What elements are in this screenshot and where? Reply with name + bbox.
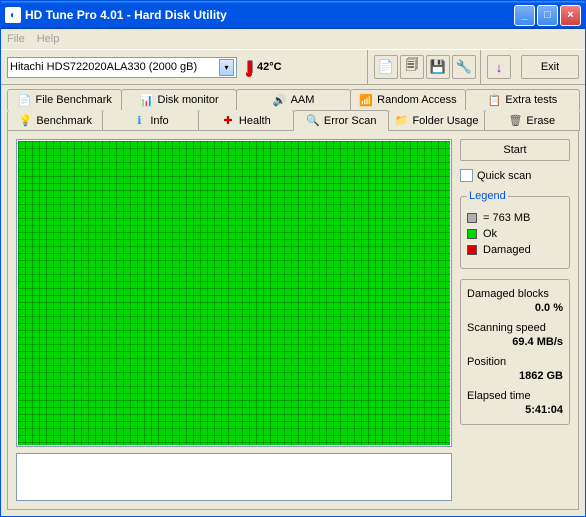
- tab-erase[interactable]: 🗑 Erase: [484, 110, 580, 131]
- start-button[interactable]: Start: [460, 139, 570, 161]
- random-access-icon: 📶: [359, 93, 373, 107]
- options-button[interactable]: 🔧: [452, 55, 476, 79]
- quick-scan-checkbox[interactable]: [460, 169, 473, 182]
- minimize-button[interactable]: _: [514, 5, 535, 26]
- damaged-blocks-value: 0.0 %: [467, 302, 563, 314]
- legend-block-row: = 763 MB: [467, 212, 563, 224]
- quick-scan-row[interactable]: Quick scan: [460, 169, 570, 182]
- position-label: Position: [467, 356, 563, 368]
- damaged-blocks-label: Damaged blocks: [467, 288, 563, 300]
- save-button[interactable]: 💾: [426, 55, 450, 79]
- app-window: ◐ HD Tune Pro 4.01 - Hard Disk Utility _…: [0, 0, 586, 517]
- side-panel: Start Quick scan Legend = 763 MB Ok: [460, 139, 570, 501]
- disk-monitor-icon: 📊: [140, 93, 154, 107]
- tab-label: Health: [239, 115, 271, 127]
- tab-file-benchmark[interactable]: 📄 File Benchmark: [7, 89, 122, 110]
- scanning-speed-value: 69.4 MB/s: [467, 336, 563, 348]
- tab-folder-usage[interactable]: 📁 Folder Usage: [388, 110, 484, 131]
- tab-label: Info: [150, 115, 168, 127]
- drive-select-value: Hitachi HDS722020ALA330 (2000 gB): [10, 61, 197, 73]
- file-benchmark-icon: 📄: [17, 93, 31, 107]
- info-icon: ℹ: [132, 114, 146, 128]
- erase-icon: 🗑: [508, 114, 522, 128]
- tab-error-scan[interactable]: 🔍 Error Scan: [293, 110, 389, 131]
- toolbar: Hitachi HDS722020ALA330 (2000 gB) ▾ 42°C…: [1, 49, 585, 85]
- thermometer-icon: [245, 57, 253, 77]
- copy-screenshot-button[interactable]: 🗐: [400, 55, 424, 79]
- tab-label: Erase: [526, 115, 555, 127]
- tab-label: Random Access: [377, 94, 456, 106]
- tab-benchmark[interactable]: 💡 Benchmark: [7, 110, 103, 131]
- stats-box: Damaged blocks 0.0 % Scanning speed 69.4…: [460, 279, 570, 425]
- scanning-speed-label: Scanning speed: [467, 322, 563, 334]
- menubar: File Help: [1, 29, 585, 49]
- tabs-row-top: 📄 File Benchmark 📊 Disk monitor 🔊 AAM 📶 Random …: [7, 89, 579, 110]
- legend-title: Legend: [467, 190, 508, 202]
- tabs-row-bottom: 💡 Benchmark ℹ Info ✚ Health 🔍 Error Scan 📁 Folder…: [7, 110, 579, 131]
- copy-info-button[interactable]: 📄: [374, 55, 398, 79]
- tab-info[interactable]: ℹ Info: [102, 110, 198, 131]
- speed-graph: [16, 453, 452, 501]
- dropdown-arrow-icon: ▾: [219, 59, 234, 76]
- menu-file[interactable]: File: [7, 33, 25, 45]
- tab-label: Extra tests: [505, 94, 557, 106]
- content-area: 📄 File Benchmark 📊 Disk monitor 🔊 AAM 📶 Random …: [1, 85, 585, 516]
- maximize-button[interactable]: □: [537, 5, 558, 26]
- elapsed-time-label: Elapsed time: [467, 390, 563, 402]
- block-size-icon: [467, 213, 477, 223]
- minimize-to-tray-button[interactable]: ↓: [487, 55, 511, 79]
- benchmark-icon: 💡: [18, 114, 32, 128]
- block-map-grid: [18, 141, 450, 445]
- window-title: HD Tune Pro 4.01 - Hard Disk Utility: [25, 8, 514, 22]
- ok-icon: [467, 229, 477, 239]
- drive-select[interactable]: Hitachi HDS722020ALA330 (2000 gB) ▾: [7, 57, 237, 78]
- block-map: [16, 139, 452, 447]
- tab-label: Benchmark: [36, 115, 92, 127]
- position-value: 1862 GB: [467, 370, 563, 382]
- scan-area: [16, 139, 452, 501]
- tab-random-access[interactable]: 📶 Random Access: [350, 89, 465, 110]
- tab-extra-tests[interactable]: 📋 Extra tests: [465, 89, 580, 110]
- titlebar: ◐ HD Tune Pro 4.01 - Hard Disk Utility _…: [1, 1, 585, 29]
- health-icon: ✚: [221, 114, 235, 128]
- error-scan-icon: 🔍: [306, 114, 320, 128]
- tab-health[interactable]: ✚ Health: [198, 110, 294, 131]
- quick-scan-label: Quick scan: [477, 170, 531, 182]
- extra-tests-icon: 📋: [487, 93, 501, 107]
- error-scan-pane: Start Quick scan Legend = 763 MB Ok: [7, 130, 579, 510]
- tab-disk-monitor[interactable]: 📊 Disk monitor: [121, 89, 236, 110]
- temperature-display: 42°C: [245, 57, 282, 77]
- tab-label: Disk monitor: [158, 94, 219, 106]
- legend-damaged-row: Damaged: [467, 244, 563, 256]
- folder-usage-icon: 📁: [394, 114, 408, 128]
- elapsed-time-value: 5:41:04: [467, 404, 563, 416]
- tab-label: Folder Usage: [412, 115, 478, 127]
- tab-label: Error Scan: [324, 115, 377, 127]
- exit-button[interactable]: Exit: [521, 55, 579, 79]
- damaged-icon: [467, 245, 477, 255]
- app-icon: ◐: [5, 7, 21, 23]
- legend-box: Legend = 763 MB Ok Damaged: [460, 190, 570, 269]
- legend-ok-row: Ok: [467, 228, 563, 240]
- tab-label: AAM: [291, 94, 315, 106]
- aam-icon: 🔊: [273, 93, 287, 107]
- tab-label: File Benchmark: [35, 94, 111, 106]
- temperature-value: 42°C: [257, 61, 282, 73]
- close-button[interactable]: ×: [560, 5, 581, 26]
- menu-help[interactable]: Help: [37, 33, 60, 45]
- tab-aam[interactable]: 🔊 AAM: [236, 89, 351, 110]
